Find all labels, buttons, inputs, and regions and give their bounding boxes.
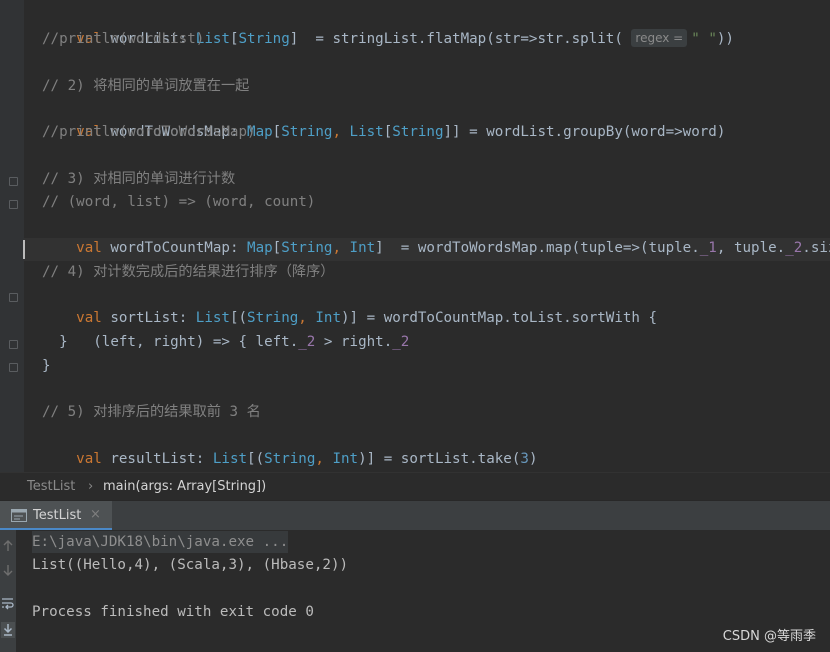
arrow-up-icon[interactable]	[2, 540, 14, 552]
console-result: List((Hello,4), (Scala,3), (Hbase,2))	[32, 557, 349, 573]
code-line-sort: val sortList: List[(String, Int)] = word…	[76, 310, 658, 326]
breadcrumb: TestList › main(args: Array[String])	[0, 472, 830, 501]
tab-label: TestList	[33, 508, 82, 523]
watermark: CSDN @等雨季	[722, 629, 816, 644]
code-line-comment: // 4) 对计数完成后的结果进行排序（降序）	[42, 264, 335, 280]
fold-marker-icon[interactable]	[9, 200, 18, 209]
code-line-groupby: val wordToWordsMap: Map[String, List[Str…	[76, 124, 726, 140]
console-toolbar	[0, 530, 16, 652]
console-icon	[11, 509, 27, 522]
code-line-comment: // 3) 对相同的单词进行计数	[42, 171, 236, 187]
breadcrumb-file[interactable]: TestList	[27, 479, 75, 494]
parameter-hint: regex =	[631, 29, 688, 47]
code-line-wordlist: val wordList: List[String] = stringList.…	[76, 29, 734, 47]
close-icon[interactable]: ×	[90, 507, 101, 522]
run-tool-window-header: TestList ×	[0, 500, 830, 531]
fold-marker-icon[interactable]	[9, 293, 18, 302]
code-line-comment: //println(wordToWordsMap)	[42, 124, 256, 140]
code-line-brace: }	[42, 358, 51, 374]
chevron-right-icon: ›	[88, 479, 94, 494]
code-line-comment: // 5) 对排序后的结果取前 3 名	[42, 404, 261, 420]
code-line-comment: // 2) 将相同的单词放置在一起	[42, 78, 250, 94]
console-output[interactable]: E:\java\JDK18\bin\java.exe ... List((Hel…	[0, 530, 830, 652]
fold-marker-icon[interactable]	[9, 340, 18, 349]
code-line-result: val resultList: List[(String, Int)] = so…	[76, 451, 538, 467]
code-line-lambda: (left, right) => { left._2 > right._2	[76, 334, 410, 350]
scroll-to-end-icon[interactable]	[1, 622, 15, 638]
code-line-comment: //println(wordList)	[42, 31, 205, 47]
code-editor[interactable]: val wordList: List[String] = stringList.…	[0, 0, 830, 472]
editor-gutter	[0, 0, 24, 472]
console-exit-message: Process finished with exit code 0	[32, 604, 314, 620]
code-line-count: val wordToCountMap: Map[String, Int] = w…	[76, 240, 830, 256]
text-caret	[23, 240, 25, 259]
fold-marker-icon[interactable]	[9, 363, 18, 372]
code-line-brace: }	[42, 334, 68, 350]
code-line-comment: // (word, list) => (word, count)	[42, 194, 316, 210]
fold-marker-icon[interactable]	[9, 177, 18, 186]
console-command: E:\java\JDK18\bin\java.exe ...	[32, 531, 289, 553]
arrow-down-icon[interactable]	[2, 564, 14, 576]
tab-testlist[interactable]: TestList ×	[0, 501, 112, 531]
breadcrumb-method[interactable]: main(args: Array[String])	[103, 479, 266, 494]
soft-wrap-icon[interactable]	[1, 596, 15, 610]
